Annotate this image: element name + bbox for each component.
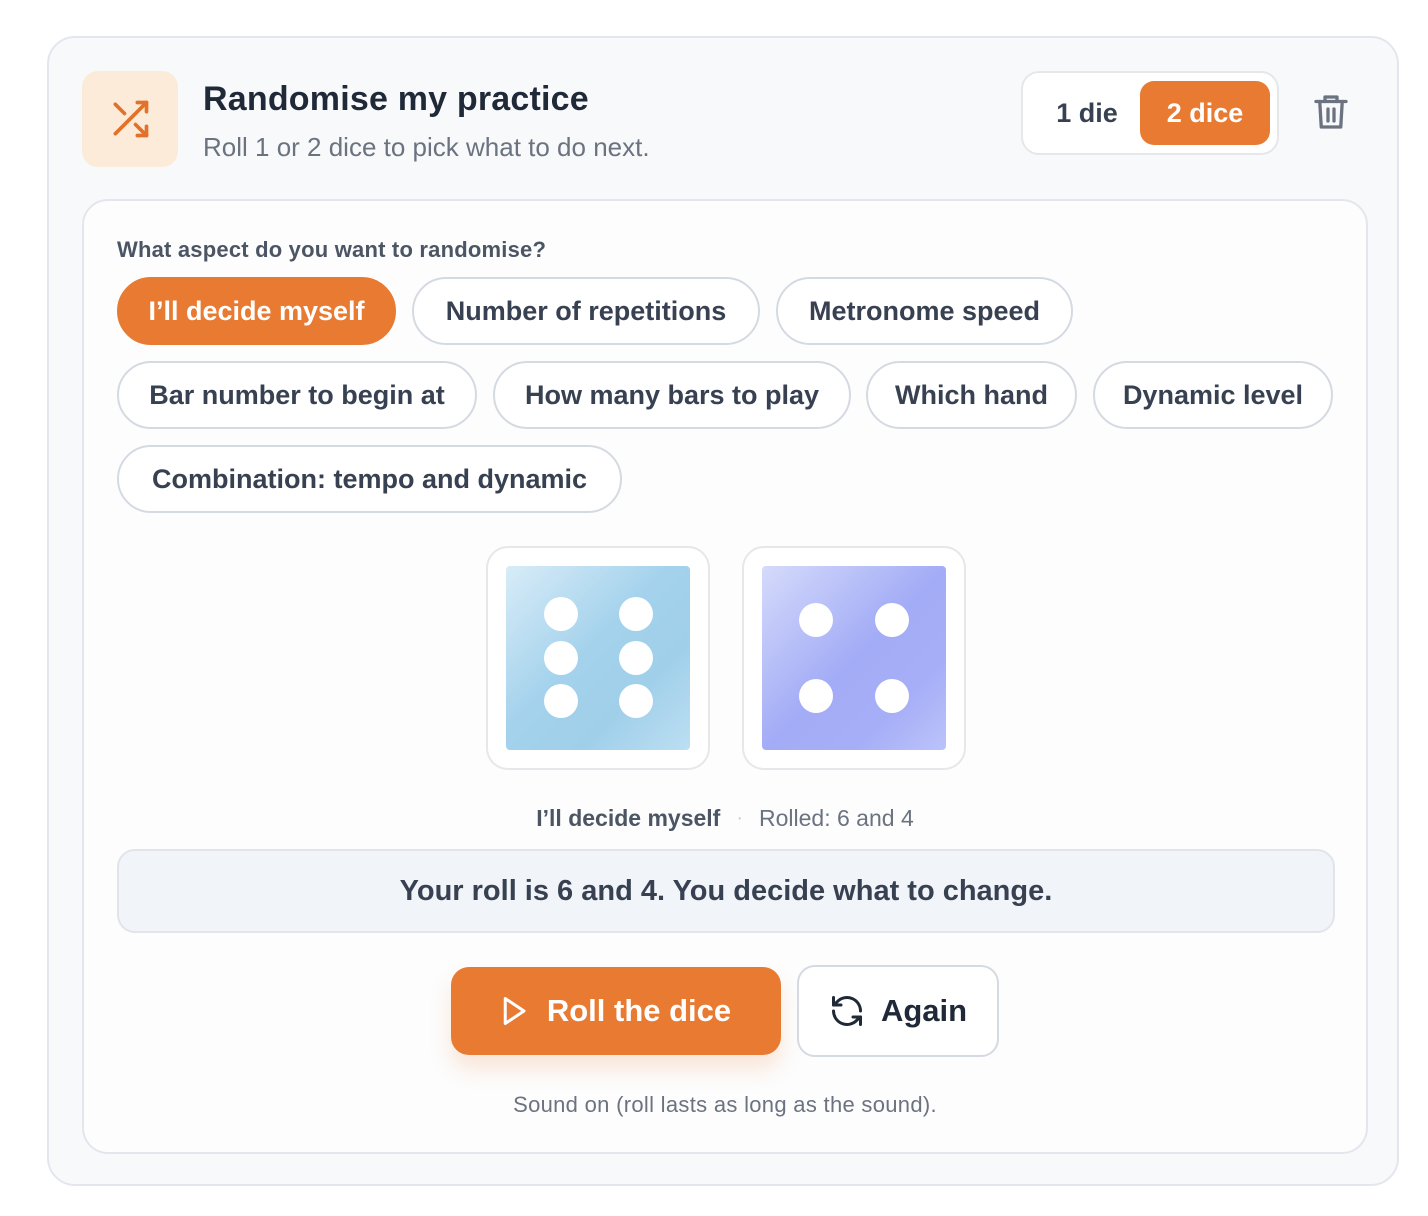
dice-count-toggle: 1 die 2 dice [1021, 71, 1279, 155]
aspect-chip-dynamic-level[interactable]: Dynamic level [1093, 361, 1333, 429]
roll-message: Your roll is 6 and 4. You decide what to… [117, 849, 1335, 933]
die-two-face [762, 566, 946, 750]
die-pip [875, 679, 909, 713]
aspect-chip-tempo-dynamic[interactable]: Combination: tempo and dynamic [117, 445, 622, 513]
roll-dice-label: Roll the dice [546, 993, 732, 1028]
die-pip [619, 641, 653, 675]
selected-aspect-label: I’ll decide myself [536, 805, 721, 831]
card-title: Randomise my practice [203, 80, 589, 118]
one-die-option[interactable]: 1 die [1031, 81, 1143, 145]
shuffle-icon [82, 71, 178, 167]
die-pip [799, 679, 833, 713]
die-one-face [506, 566, 690, 750]
trash-icon[interactable] [1311, 90, 1351, 134]
separator-dot: · [736, 807, 744, 829]
aspect-chip-bar-count[interactable]: How many bars to play [493, 361, 851, 429]
die-pip [619, 684, 653, 718]
aspect-chip-decide-myself[interactable]: I’ll decide myself [117, 277, 396, 345]
aspect-chip-which-hand[interactable]: Which hand [866, 361, 1077, 429]
rolled-values: Rolled: 6 and 4 [759, 805, 914, 831]
die-one [486, 546, 710, 770]
roll-summary: I’ll decide myself · Rolled: 6 and 4 [84, 805, 1366, 832]
two-dice-option[interactable]: 2 dice [1140, 81, 1270, 145]
again-label: Again [880, 993, 968, 1028]
die-pip [544, 684, 578, 718]
again-button[interactable]: Again [797, 965, 999, 1057]
die-pip [544, 597, 578, 631]
aspect-chip-metronome-speed[interactable]: Metronome speed [776, 277, 1073, 345]
die-pip [619, 597, 653, 631]
die-pip [544, 641, 578, 675]
card-subtitle: Roll 1 or 2 dice to pick what to do next… [203, 132, 650, 162]
die-pip [799, 603, 833, 637]
aspect-chip-start-bar[interactable]: Bar number to begin at [117, 361, 477, 429]
roll-dice-button[interactable]: Roll the dice [451, 967, 781, 1055]
die-two [742, 546, 966, 770]
refresh-icon [829, 993, 865, 1029]
sound-status-note: Sound on (roll lasts as long as the soun… [513, 1092, 937, 1117]
die-pip [875, 603, 909, 637]
aspect-chip-repetitions[interactable]: Number of repetitions [412, 277, 760, 345]
randomiser-panel: What aspect do you want to randomise? I’… [82, 199, 1368, 1154]
aspect-question: What aspect do you want to randomise? [117, 237, 547, 262]
play-icon [501, 996, 527, 1026]
randomiser-card: Randomise my practice Roll 1 or 2 dice t… [47, 36, 1399, 1186]
